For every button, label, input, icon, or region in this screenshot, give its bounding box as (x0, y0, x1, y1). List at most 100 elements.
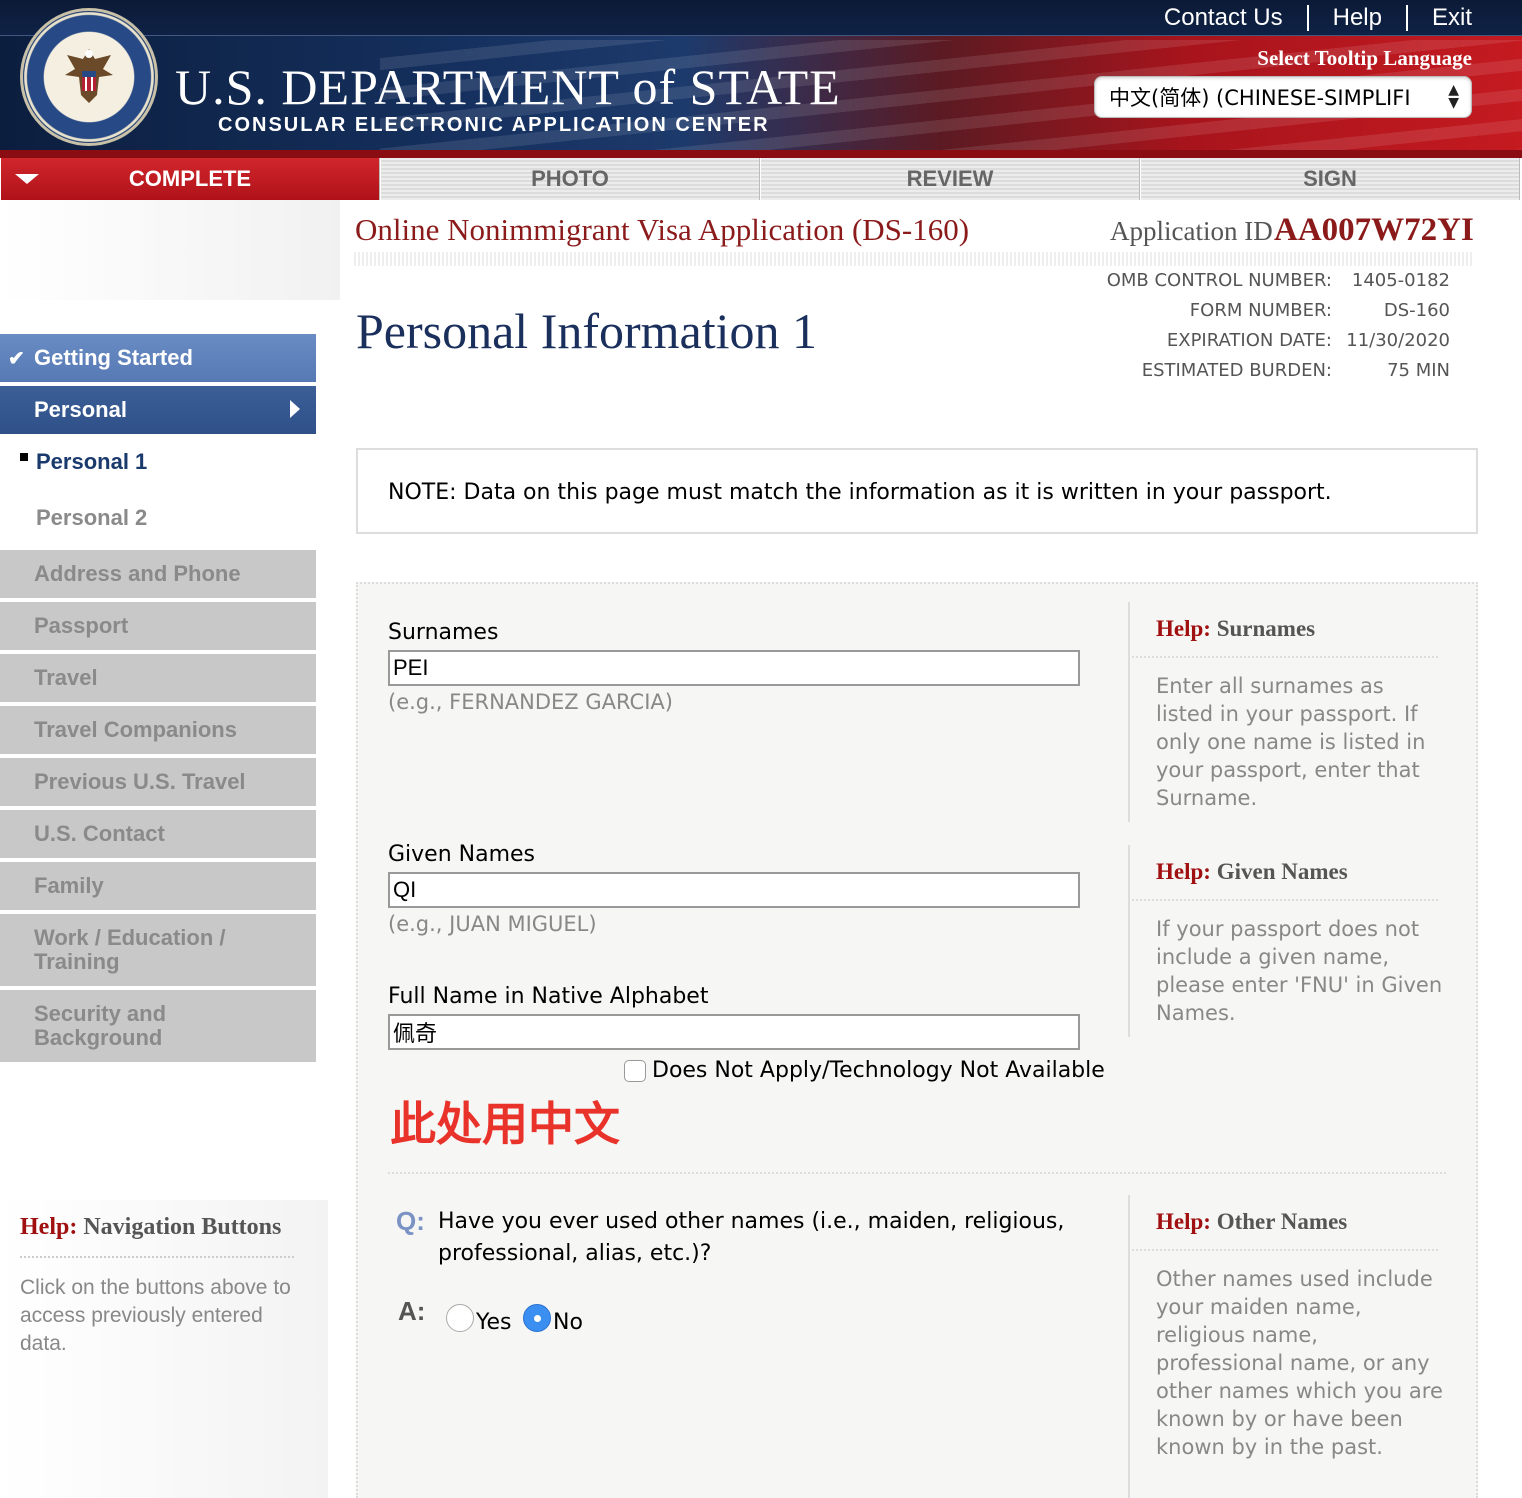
sidebar-item-address-and-phone[interactable]: Address and Phone (0, 550, 316, 598)
surnames-label: Surnames (388, 620, 499, 645)
help-title-text: Given Names (1216, 859, 1348, 884)
department-subtitle: CONSULAR ELECTRONIC APPLICATION CENTER (218, 114, 770, 136)
contact-us-link[interactable]: Contact Us (1140, 4, 1307, 32)
sidebar-item-label: Travel Companions (34, 717, 237, 742)
help-body: Click on the buttons above to access pre… (20, 1276, 291, 1355)
help-title: Help: Given Names (1156, 859, 1348, 885)
sidebar-item-personal[interactable]: Personal (0, 386, 316, 434)
sidebar-item-label: Address and Phone (34, 561, 241, 586)
sidebar-item-getting-started[interactable]: ✔ Getting Started (0, 334, 316, 382)
navigation-help-panel: Help: Navigation Buttons Click on the bu… (0, 1200, 328, 1498)
application-title: Online Nonimmigrant Visa Application (DS… (355, 212, 970, 247)
sidebar-item-personal-1[interactable]: Personal 1 (0, 438, 316, 486)
sidebar-item-travel[interactable]: Travel (0, 654, 316, 702)
department-seal-logo (20, 8, 158, 146)
sidebar-item-previous-us-travel[interactable]: Previous U.S. Travel (0, 758, 316, 806)
sidebar-item-label: U.S. Contact (34, 821, 165, 846)
help-body: If your passport does not include a give… (1156, 917, 1443, 1025)
department-title: U.S. DEPARTMENT of STATE (175, 59, 841, 115)
help-body: Enter all surnames as listed in your pas… (1156, 674, 1426, 810)
help-prefix: Help: (20, 1214, 78, 1240)
form-number-value: DS-160 (1383, 300, 1450, 321)
top-links: Contact Us Help Exit (1140, 4, 1472, 32)
sidebar-item-passport[interactable]: Passport (0, 602, 316, 650)
sidebar-item-work-education-training[interactable]: Work / Education / Training (0, 914, 316, 986)
sidebar-item-label: Personal 2 (36, 505, 148, 530)
tooltip-language-select[interactable]: 中文(简体) (CHINESE-SIMPLIFI ▲ ▼ (1094, 76, 1472, 118)
exit-link[interactable]: Exit (1408, 4, 1472, 32)
sidebar-item-label: Family (34, 873, 104, 898)
sidebar-top-fade (0, 200, 340, 300)
help-title: Help: Surnames (1156, 616, 1315, 642)
does-not-apply-checkbox[interactable] (624, 1060, 646, 1082)
page-title: Personal Information 1 (356, 303, 818, 359)
form-number-label: FORM NUMBER: (1189, 300, 1332, 321)
application-id: AA007W72YI (1274, 212, 1474, 248)
tab-label: REVIEW (906, 166, 994, 191)
omb-control-number-value: 1405-0182 (1351, 270, 1450, 291)
estimated-burden-label: ESTIMATED BURDEN: (1141, 360, 1332, 381)
help-divider (1132, 899, 1438, 901)
sidebar-item-label: Personal 1 (36, 449, 148, 474)
help-divider (1132, 1249, 1438, 1251)
tab-complete[interactable]: COMPLETE (0, 158, 380, 200)
surnames-input[interactable] (388, 650, 1080, 686)
tooltip-language-value: 中文(简体) (CHINESE-SIMPLIFI (1109, 86, 1411, 110)
given-names-help-panel: Help: Given Names If your passport does … (1128, 845, 1442, 1037)
sidebar-item-family[interactable]: Family (0, 862, 316, 910)
title-divider (354, 252, 1472, 266)
other-names-no-radio[interactable] (523, 1304, 551, 1332)
given-names-input[interactable] (388, 872, 1080, 908)
chevron-right-icon (290, 400, 300, 418)
checkmark-icon: ✔ (8, 348, 25, 370)
header-red-band (0, 150, 1522, 158)
does-not-apply-label: Does Not Apply/Technology Not Available (652, 1058, 1105, 1083)
help-title-text: Surnames (1216, 616, 1316, 641)
application-id-label: Application ID (1110, 216, 1273, 246)
sidebar-item-personal-2[interactable]: Personal 2 (0, 494, 316, 542)
passport-note-box: NOTE: Data on this page must match the i… (356, 448, 1478, 534)
other-names-yes-radio[interactable] (446, 1304, 474, 1332)
sidebar-item-label: Passport (34, 613, 129, 638)
expiration-date-label: EXPIRATION DATE: (1166, 330, 1332, 351)
tab-label: COMPLETE (128, 166, 252, 191)
sidebar-item-label: Work / Education / Training (34, 925, 226, 974)
omb-control-number-label: OMB CONTROL NUMBER: (1106, 270, 1332, 291)
estimated-burden-value: 75 MIN (1387, 360, 1450, 381)
sidebar-item-label: Getting Started (34, 345, 193, 370)
help-title: Help: Other Names (1156, 1209, 1347, 1235)
native-name-input[interactable] (388, 1014, 1080, 1050)
no-label: No (553, 1310, 583, 1335)
chinese-annotation: 此处用中文 (390, 1097, 620, 1151)
sidebar-item-label: Travel (34, 665, 98, 690)
help-divider (1132, 656, 1438, 658)
help-prefix: Help: (1156, 1209, 1211, 1234)
help-title-text: Other Names (1216, 1209, 1348, 1234)
native-name-label: Full Name in Native Alphabet (388, 984, 709, 1009)
help-prefix: Help: (1156, 616, 1211, 641)
eagle-icon (65, 49, 113, 103)
section-divider (388, 1172, 1446, 1174)
sidebar-item-travel-companions[interactable]: Travel Companions (0, 706, 316, 754)
yes-label: Yes (476, 1310, 512, 1335)
help-title-text: Navigation Buttons (83, 1214, 282, 1240)
progress-tabs: COMPLETE PHOTO REVIEW SIGN (0, 158, 1522, 200)
help-body: Other names used include your maiden nam… (1156, 1267, 1443, 1459)
sidebar-item-us-contact[interactable]: U.S. Contact (0, 810, 316, 858)
help-prefix: Help: (1156, 859, 1211, 884)
sidebar-item-label: Security and Background (34, 1001, 167, 1050)
tooltip-language-label: Select Tooltip Language (1257, 46, 1472, 70)
tab-sign[interactable]: SIGN (1140, 158, 1520, 200)
expiration-date-value: 11/30/2020 (1346, 330, 1450, 351)
surnames-hint: (e.g., FERNANDEZ GARCIA) (388, 690, 673, 714)
question-label: Q: (396, 1206, 425, 1236)
given-names-hint: (e.g., JUAN MIGUEL) (388, 912, 597, 936)
tab-review[interactable]: REVIEW (760, 158, 1140, 200)
tab-dropdown-icon (15, 174, 39, 184)
given-names-label: Given Names (388, 842, 536, 867)
select-arrows-icon: ▲ ▼ (1448, 82, 1459, 111)
sidebar-item-security-and-background[interactable]: Security and Background (0, 990, 316, 1062)
help-link[interactable]: Help (1309, 4, 1406, 32)
help-title: Help: Navigation Buttons (20, 1214, 281, 1241)
tab-photo[interactable]: PHOTO (380, 158, 760, 200)
